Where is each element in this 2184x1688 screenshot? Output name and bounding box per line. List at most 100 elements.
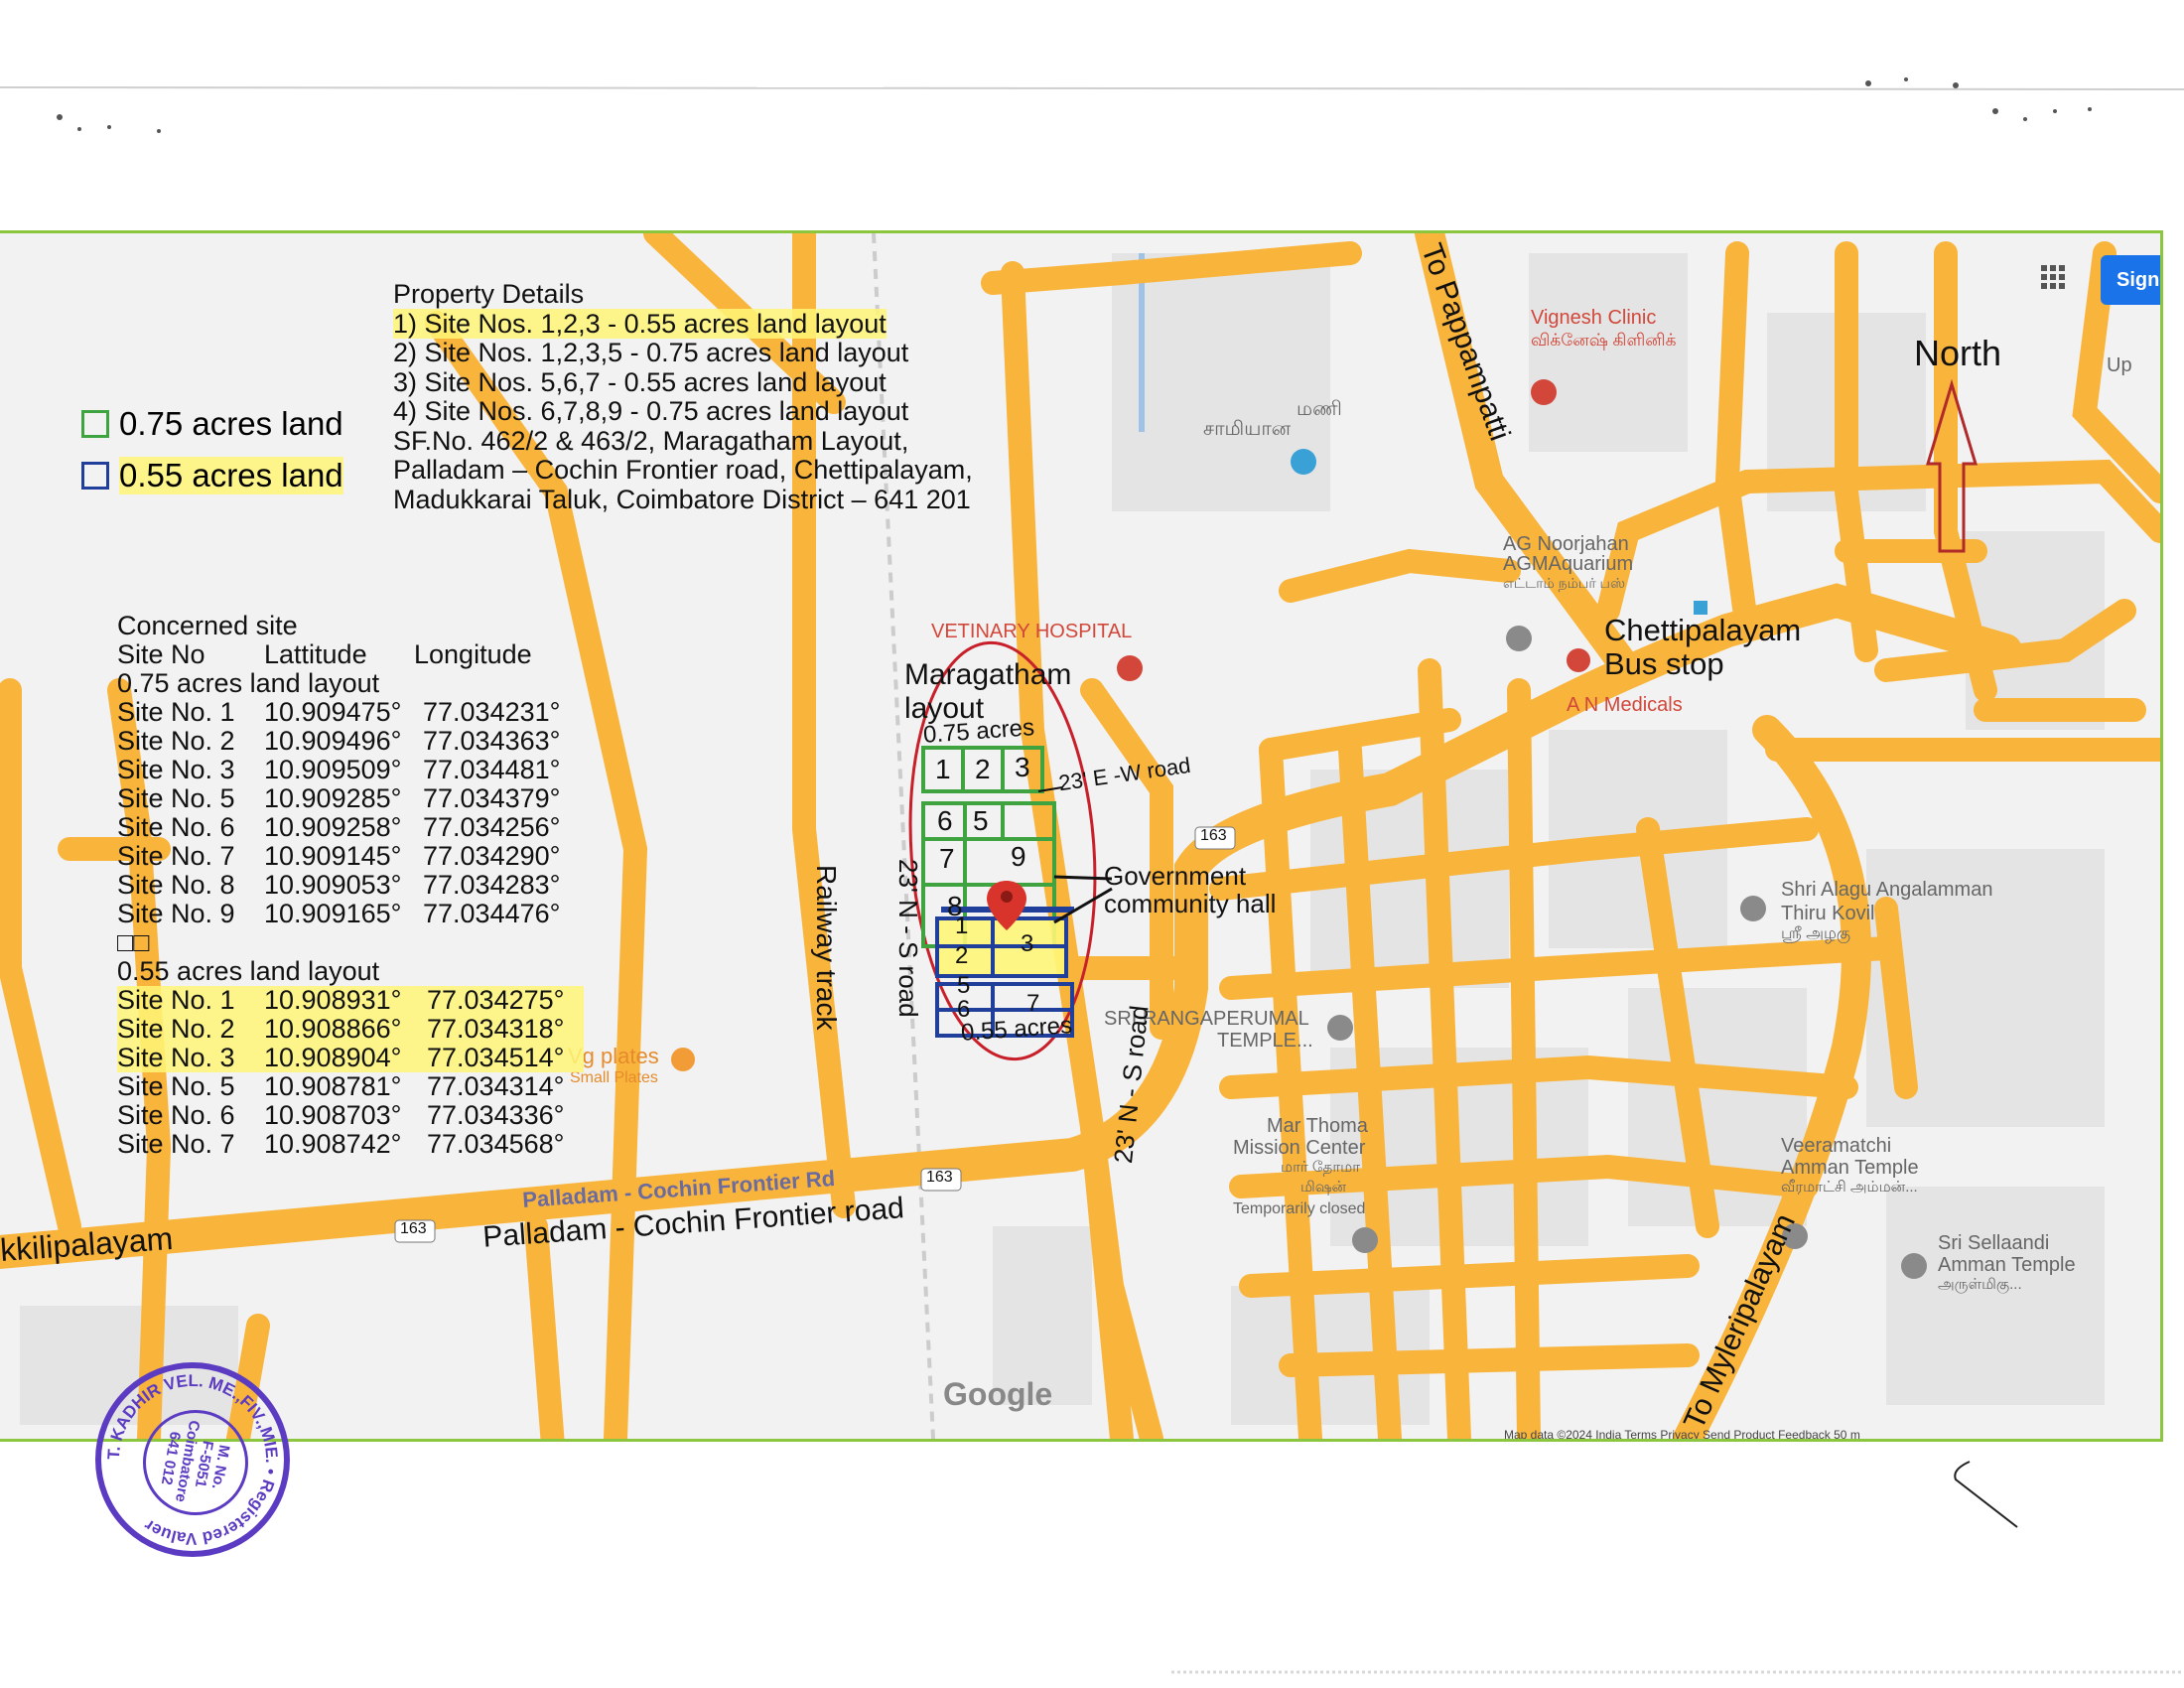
- group2-title: 0.55 acres land layout: [117, 956, 380, 986]
- up-label: Up: [2107, 354, 2132, 376]
- vignesh-clinic-ta-label: விக்னேஷ் கிளினிக்: [1531, 331, 1677, 350]
- amman-temple-label: Amman Temple: [1781, 1157, 1919, 1179]
- group1-rows: Site No. 1 10.909475° 77.034231° Site No. 2…: [117, 698, 584, 928]
- chettipalayam-label: Chettipalayam: [1604, 613, 1802, 647]
- latitude-cell: 10.909509°: [264, 755, 402, 784]
- bus-stop-label: Bus stop: [1604, 646, 1724, 681]
- shri-alagu-label: Shri Alagu Angalamman: [1781, 879, 1993, 901]
- site-number: 1: [955, 913, 969, 939]
- site-number: 3: [1021, 930, 1034, 957]
- mar-thoma-ta2-label: மிஷன்: [1300, 1179, 1347, 1196]
- site-number: 7: [939, 843, 955, 874]
- latitude-cell: 10.908781°: [264, 1071, 402, 1101]
- camera-marker-icon: [1291, 449, 1316, 475]
- apps-grid-icon[interactable]: [2041, 265, 2065, 289]
- longitude-cell: 77.034476°: [423, 899, 561, 928]
- vetinary-hospital-label: VETINARY HOSPITAL: [931, 621, 1133, 642]
- coordinate-row: Site No. 6 10.909258° 77.034256°: [117, 813, 584, 842]
- coordinate-row: Site No. 7 10.908742° 77.034568°: [117, 1130, 584, 1159]
- site-no-cell: Site No. 1: [117, 697, 235, 727]
- longitude-cell: 77.034514°: [427, 1043, 565, 1072]
- temporarily-closed-label: Temporarily closed: [1233, 1200, 1366, 1217]
- mar-thoma-label: Mar Thoma: [1267, 1115, 1368, 1137]
- property-detail-line: Palladam – Cochin Frontier road, Chettip…: [393, 455, 973, 485]
- site-no-cell: Site No. 5: [117, 1071, 235, 1101]
- coordinates-table: Concerned site Site No Lattitude Longitu…: [117, 612, 584, 1159]
- scan-noise-bottom: [1171, 1670, 2184, 1674]
- latitude-cell: 10.909258°: [264, 812, 402, 842]
- sign-in-button[interactable]: Sign: [2101, 255, 2160, 305]
- property-detail-text: 1) Site Nos. 1,2,3 - 0.55 acres land lay…: [393, 308, 887, 339]
- site-number: 3: [1015, 752, 1030, 782]
- header-site-no: Site No: [117, 639, 205, 669]
- road-163-shield-2: 163: [926, 1169, 953, 1186]
- sellaandi-marker-icon: [1901, 1253, 1927, 1279]
- amman-temple2-label: Amman Temple: [1938, 1254, 2076, 1276]
- longitude-cell: 77.034275°: [427, 985, 565, 1015]
- legend-label-075: 0.75 acres land: [119, 405, 343, 442]
- veeramatchi-label: Veeramatchi: [1781, 1135, 1892, 1157]
- samiyana-label: சாமியான: [1203, 418, 1292, 440]
- latitude-cell: 10.908904°: [264, 1043, 402, 1072]
- temple-marker-icon-2: [1327, 1015, 1353, 1041]
- site-no-cell: Site No. 7: [117, 841, 235, 871]
- longitude-cell: 77.034231°: [423, 697, 561, 727]
- scan-marks: [0, 77, 2184, 133]
- coordinate-row: Site No. 9 10.909165° 77.034476°: [117, 900, 584, 928]
- site-number: 2: [955, 942, 969, 969]
- thiru-kovil-ta-label: ஸ்ரீ அழகு: [1781, 925, 1851, 942]
- coordinate-row: Site No. 6 10.908703° 77.034336°: [117, 1101, 584, 1130]
- thiru-kovil-label: Thiru Kovil: [1781, 903, 1875, 924]
- site-no-cell: Site No. 2: [117, 726, 235, 756]
- site-no-cell: Site No. 5: [117, 783, 235, 813]
- site-number: 6: [957, 996, 971, 1023]
- gov-hall-label: Government: [1104, 861, 1247, 891]
- longitude-cell: 77.034290°: [423, 841, 561, 871]
- header-latitude: Lattitude: [264, 639, 367, 669]
- longitude-cell: 77.034481°: [423, 755, 561, 784]
- community-hall-label: community hall: [1104, 889, 1277, 918]
- mission-marker-icon: [1352, 1227, 1378, 1253]
- an-medicals-label: A N Medicals: [1567, 694, 1683, 716]
- mission-center-label: Mission Center: [1233, 1137, 1366, 1159]
- longitude-cell: 77.034256°: [423, 812, 561, 842]
- site-no-cell: Site No. 3: [117, 755, 235, 784]
- legend-label-055: 0.55 acres land: [119, 457, 343, 494]
- sri-sellaandi-label: Sri Sellaandi: [1938, 1232, 2050, 1254]
- vignesh-clinic-label: Vignesh Clinic: [1531, 307, 1657, 329]
- site-no-cell: Site No. 1: [117, 985, 235, 1015]
- coordinate-row: Site No. 1 10.908931° 77.034275°: [117, 986, 584, 1015]
- mani-label: மணி: [1297, 398, 1342, 420]
- coordinate-row: Site No. 5 10.909285° 77.034379°: [117, 784, 584, 813]
- site-no-cell: Site No. 9: [117, 899, 235, 928]
- aquarium-marker-icon: [1506, 626, 1532, 651]
- document-page: Vignesh Clinic விக்னேஷ் கிளினிக் மணி சாம…: [0, 0, 2184, 1688]
- group1-title: 0.75 acres land layout: [117, 668, 380, 698]
- railway-track-label: Railway track: [811, 865, 842, 1031]
- site-number: 2: [975, 754, 991, 784]
- map-footer-links[interactable]: Map data ©2024 India Terms Privacy Send …: [1504, 1428, 1860, 1439]
- road-163-shield-3: 163: [400, 1220, 427, 1237]
- signature-mark: [1954, 1461, 2018, 1528]
- property-detail-line: Madukkarai Taluk, Coimbatore District – …: [393, 484, 971, 514]
- property-details-heading: Property Details: [393, 279, 585, 309]
- longitude-cell: 77.034568°: [427, 1129, 565, 1159]
- legend-swatch-blue: [81, 462, 109, 490]
- medicals-marker-icon: [1567, 648, 1590, 672]
- site-no-cell: Site No. 2: [117, 1014, 235, 1044]
- coordinate-row: Site No. 3 10.908904° 77.034514°: [117, 1044, 584, 1072]
- coordinate-row: Site No. 5 10.908781° 77.034314°: [117, 1072, 584, 1101]
- coordinates-title: Concerned site: [117, 611, 298, 640]
- longitude-cell: 77.034336°: [427, 1100, 565, 1130]
- north-label: North: [1914, 333, 2002, 373]
- latitude-cell: 10.908866°: [264, 1014, 402, 1044]
- ns-road-left-label: 23' N - S road: [893, 859, 923, 1018]
- maragatham-label: Maragatham: [904, 658, 1072, 691]
- property-detail-line: 3) Site Nos. 5,6,7 - 0.55 acres land lay…: [393, 366, 887, 397]
- site-number: 1: [935, 754, 951, 784]
- site-no-cell: Site No. 8: [117, 870, 235, 900]
- site-number: 5: [973, 805, 989, 836]
- temple-marker-icon: [1740, 896, 1766, 921]
- separator: □□: [117, 927, 150, 957]
- property-details: Property Details 1) Site Nos. 1,2,3 - 0.…: [393, 279, 973, 514]
